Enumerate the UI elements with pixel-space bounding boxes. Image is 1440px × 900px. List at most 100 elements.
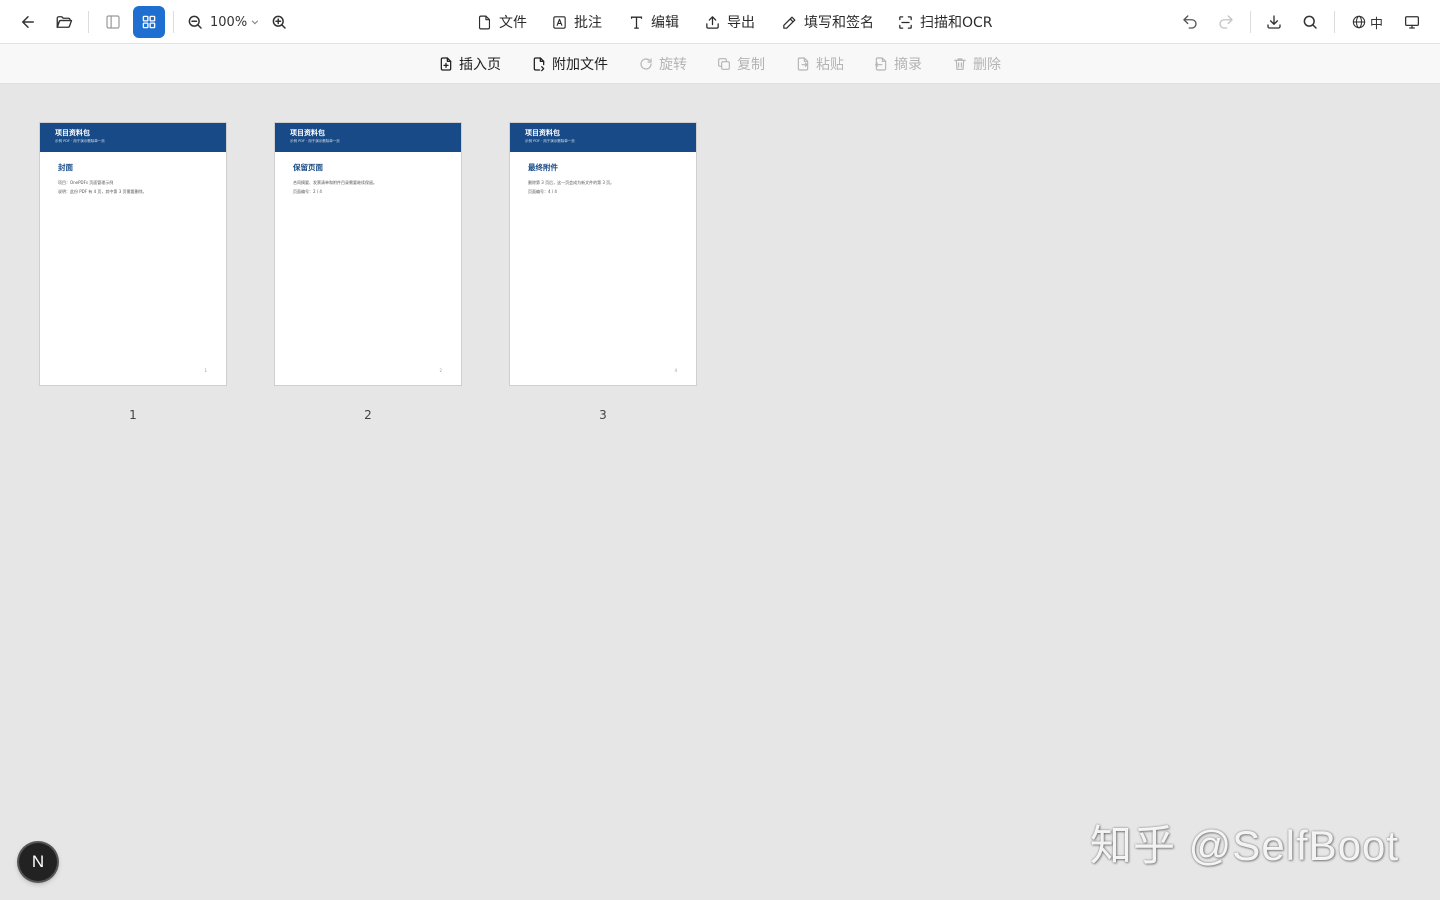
page-body: 封面 项目：OnePDFs 页面管理示例 说明：此份 PDF 有 4 页，其中第… xyxy=(40,152,226,196)
menu-export-label: 导出 xyxy=(727,15,755,31)
page-thumbnail[interactable]: 项目资料包 示例 PDF · 用于演示删除单一页 保留页面 合同摘要、发票清单和… xyxy=(274,122,462,422)
annotate-icon xyxy=(553,15,566,29)
present-button[interactable] xyxy=(1397,6,1427,38)
page-header-band: 项目资料包 示例 PDF · 用于演示删除单一页 xyxy=(510,123,696,152)
chevron-down-icon xyxy=(251,20,259,25)
insert-page-label: 插入页 xyxy=(459,57,501,73)
copy-button[interactable]: 复制 xyxy=(716,48,765,80)
menu-fill-sign-label: 填写和签名 xyxy=(804,15,874,31)
toolbar-divider xyxy=(88,11,89,33)
sidebar-panel-icon xyxy=(106,15,120,29)
paste-button[interactable]: 粘贴 xyxy=(795,48,844,80)
page-body: 最终附件 删除第 3 页后，这一页会成为新文件的第 3 页。 页面编号：4 / … xyxy=(510,152,696,196)
menu-edit-label: 编辑 xyxy=(651,15,679,31)
extract-icon xyxy=(875,57,887,71)
paste-label: 粘贴 xyxy=(816,57,844,73)
page-thumbnail[interactable]: 项目资料包 示例 PDF · 用于演示删除单一页 最终附件 删除第 3 页后，这… xyxy=(509,122,697,422)
download-button[interactable] xyxy=(1259,6,1289,38)
rotate-button[interactable]: 旋转 xyxy=(638,48,687,80)
copy-icon xyxy=(718,58,730,70)
grid-view-button[interactable] xyxy=(133,6,165,38)
page-footer-number: 4 xyxy=(674,368,677,373)
page-body: 保留页面 合同摘要、发票清单和附件目录需要继续保留。 页面编号：2 / 4 xyxy=(275,152,461,196)
scan-icon xyxy=(899,15,912,29)
dev-tools-badge-label: N xyxy=(31,852,45,871)
redo-button[interactable] xyxy=(1211,6,1241,38)
search-button[interactable] xyxy=(1295,6,1325,38)
menu-fill-sign[interactable]: 填写和签名 xyxy=(781,6,874,38)
page-thumbnail[interactable]: 项目资料包 示例 PDF · 用于演示删除单一页 封面 项目：OnePDFs 页… xyxy=(39,122,227,422)
file-attach-icon xyxy=(533,57,545,72)
top-toolbar: 100% 文件 批注 编辑 导出 填写和签名 扫描和OCR 中 xyxy=(0,0,1440,44)
delete-label: 删除 xyxy=(973,57,1001,73)
trash-icon xyxy=(954,58,966,70)
monitor-icon xyxy=(1404,16,1420,29)
toolbar-divider xyxy=(173,11,174,33)
file-plus-icon xyxy=(440,57,452,71)
page-heading: 最终附件 xyxy=(528,163,558,172)
extract-button[interactable]: 摘录 xyxy=(873,48,922,80)
page-line: 页面编号：2 / 4 xyxy=(293,189,322,194)
zoom-in-icon xyxy=(272,15,286,29)
page-preview[interactable]: 项目资料包 示例 PDF · 用于演示删除单一页 最终附件 删除第 3 页后，这… xyxy=(509,122,697,386)
delete-button[interactable]: 删除 xyxy=(952,48,1001,80)
page-number-label: 1 xyxy=(129,408,137,422)
page-number-label: 3 xyxy=(599,408,607,422)
insert-page-button[interactable]: 插入页 xyxy=(438,48,501,80)
page-line: 删除第 3 页后，这一页会成为新文件的第 3 页。 xyxy=(528,180,615,185)
undo-button[interactable] xyxy=(1175,6,1205,38)
language-label: 中 xyxy=(1370,16,1384,32)
undo-icon xyxy=(1183,15,1197,29)
zoom-level-value: 100% xyxy=(210,14,248,30)
page-preview[interactable]: 项目资料包 示例 PDF · 用于演示删除单一页 封面 项目：OnePDFs 页… xyxy=(39,122,227,386)
page-line: 项目：OnePDFs 页面管理示例 xyxy=(58,180,114,185)
download-icon xyxy=(1267,15,1281,29)
page-header-band: 项目资料包 示例 PDF · 用于演示删除单一页 xyxy=(40,123,226,152)
zoom-out-button[interactable] xyxy=(180,6,210,38)
arrow-left-icon xyxy=(22,16,34,28)
open-folder-button[interactable] xyxy=(48,6,80,38)
menu-annotate[interactable]: 批注 xyxy=(551,6,602,38)
page-actions-toolbar: 插入页 附加文件 旋转 复制 粘贴 摘录 删除 xyxy=(0,44,1440,84)
text-icon xyxy=(630,16,643,29)
menu-file[interactable]: 文件 xyxy=(476,6,527,38)
page-header-title: 项目资料包 xyxy=(290,129,325,137)
menu-scan-ocr-label: 扫描和OCR xyxy=(920,15,993,31)
page-line: 合同摘要、发票清单和附件目录需要继续保留。 xyxy=(293,180,377,185)
back-button[interactable] xyxy=(12,6,44,38)
page-footer-number: 2 xyxy=(439,368,442,373)
extract-label: 摘录 xyxy=(894,57,922,73)
menu-edit[interactable]: 编辑 xyxy=(628,6,679,38)
globe-icon xyxy=(1352,15,1366,29)
page-footer-number: 1 xyxy=(204,368,207,373)
menu-file-label: 文件 xyxy=(499,15,527,31)
copy-label: 复制 xyxy=(737,57,765,73)
sidebar-toggle-button[interactable] xyxy=(97,6,129,38)
language-button[interactable]: 中 xyxy=(1351,6,1383,38)
page-line: 说明：此份 PDF 有 4 页，其中第 3 页需要删除。 xyxy=(58,189,147,194)
zoom-in-button[interactable] xyxy=(264,6,294,38)
upload-icon xyxy=(706,15,719,29)
toolbar-divider xyxy=(1334,11,1335,33)
page-number-label: 2 xyxy=(364,408,372,422)
dev-tools-badge[interactable]: N xyxy=(19,843,57,881)
page-header-band: 项目资料包 示例 PDF · 用于演示删除单一页 xyxy=(275,123,461,152)
menu-scan-ocr[interactable]: 扫描和OCR xyxy=(897,6,993,38)
page-line: 页面编号：4 / 4 xyxy=(528,189,557,194)
page-heading: 保留页面 xyxy=(293,163,323,172)
page-header-title: 项目资料包 xyxy=(525,129,560,137)
redo-icon xyxy=(1219,15,1233,29)
attach-file-button[interactable]: 附加文件 xyxy=(531,48,608,80)
rotate-icon xyxy=(640,58,652,70)
page-preview[interactable]: 项目资料包 示例 PDF · 用于演示删除单一页 保留页面 合同摘要、发票清单和… xyxy=(274,122,462,386)
zoom-out-icon xyxy=(188,15,202,29)
page-header-title: 项目资料包 xyxy=(55,129,90,137)
page-header-subtitle: 示例 PDF · 用于演示删除单一页 xyxy=(525,139,575,143)
watermark: 知乎 @SelfBoot xyxy=(1090,822,1400,869)
toolbar-divider xyxy=(1250,11,1251,33)
zoom-level-select[interactable]: 100% xyxy=(210,6,260,38)
attach-file-label: 附加文件 xyxy=(552,57,608,73)
file-icon xyxy=(478,15,491,29)
page-heading: 封面 xyxy=(58,163,73,172)
menu-export[interactable]: 导出 xyxy=(704,6,755,38)
